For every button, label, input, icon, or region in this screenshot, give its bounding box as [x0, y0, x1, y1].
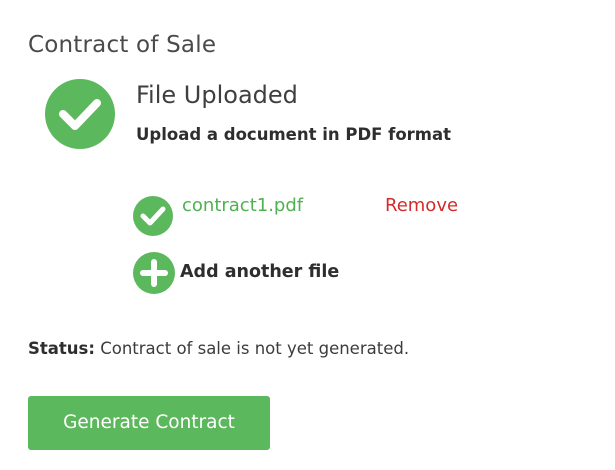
generate-contract-button[interactable]: Generate Contract [28, 396, 270, 450]
check-circle-icon [133, 196, 173, 236]
section-title: Contract of Sale [28, 32, 217, 58]
status-line: Status: Contract of sale is not yet gene… [28, 337, 409, 361]
check-circle-icon [45, 79, 115, 149]
plus-circle-icon[interactable] [133, 252, 175, 294]
add-another-file-button[interactable]: Add another file [133, 252, 433, 294]
remove-file-button[interactable]: Remove [385, 194, 458, 218]
uploaded-file-link[interactable]: contract1.pdf [182, 194, 303, 218]
status-label: Status: [28, 339, 95, 358]
uploaded-file-row: contract1.pdf Remove [133, 194, 493, 236]
status-text: Contract of sale is not yet generated. [100, 339, 410, 358]
upload-status-heading: File Uploaded [136, 81, 298, 109]
add-file-label[interactable]: Add another file [180, 260, 339, 284]
upload-hint: Upload a document in PDF format [136, 125, 452, 144]
